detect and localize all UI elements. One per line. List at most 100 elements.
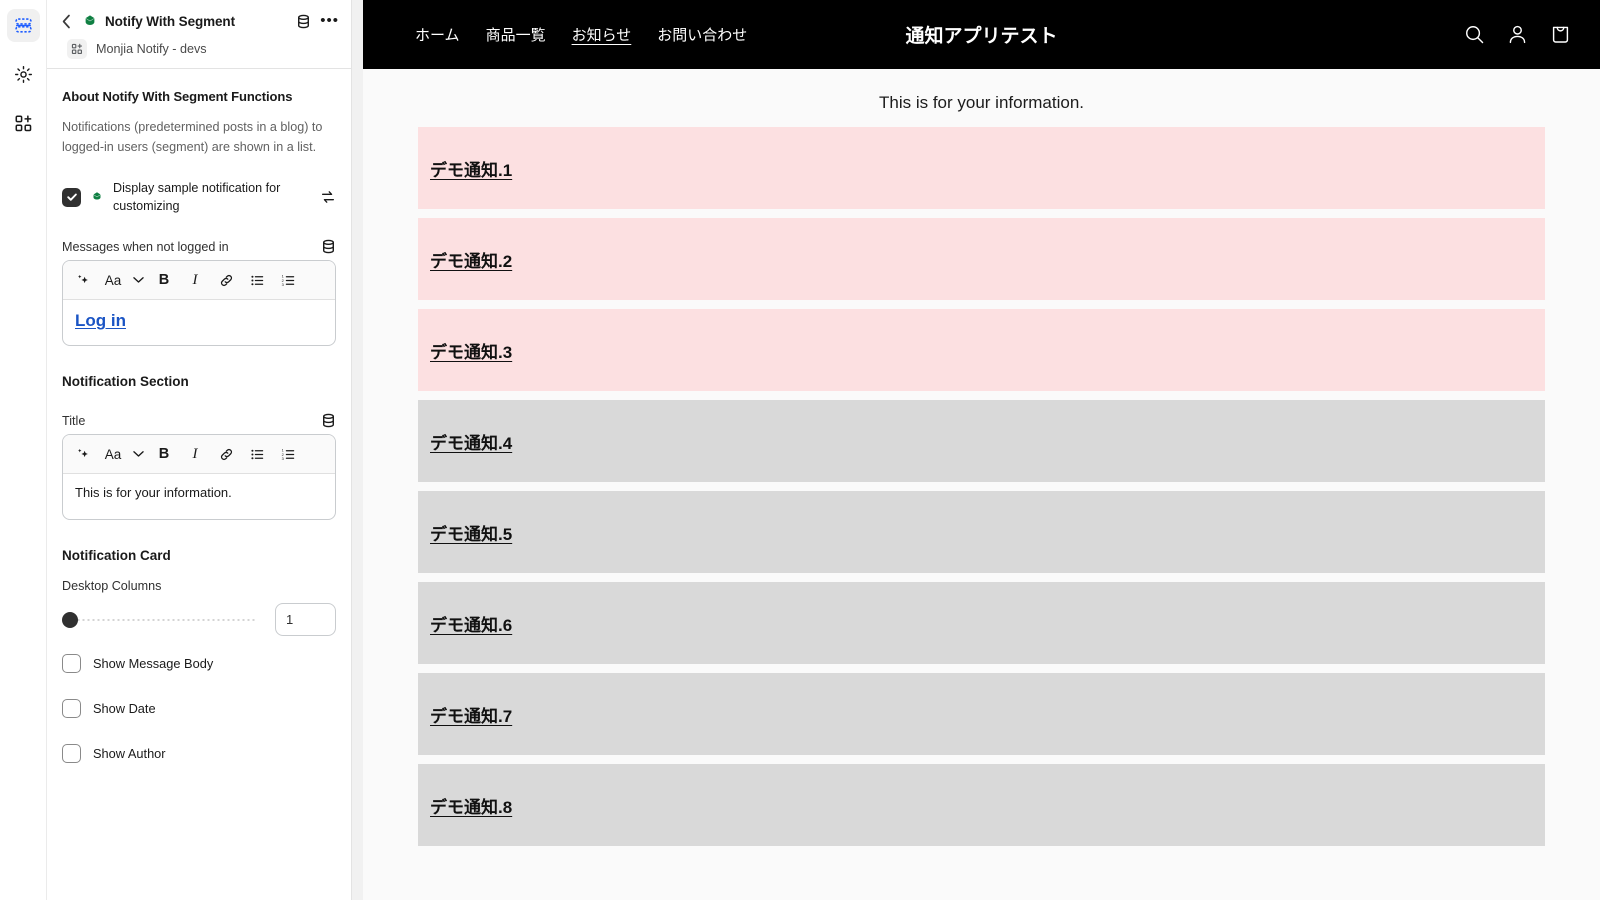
app-blocks-icon xyxy=(15,115,31,132)
desktop-columns-label: Desktop Columns xyxy=(62,579,162,593)
nav-link-news[interactable]: お知らせ xyxy=(572,24,632,45)
title-editor-body[interactable]: This is for your information. xyxy=(63,474,335,519)
desktop-columns-slider[interactable] xyxy=(62,610,259,630)
show-message-body-row[interactable]: Show Message Body xyxy=(62,654,336,673)
link-button[interactable] xyxy=(212,440,240,468)
settings-gear-icon xyxy=(14,65,32,84)
not-logged-in-label-row: Messages when not logged in xyxy=(62,239,336,254)
show-author-label: Show Author xyxy=(93,746,166,761)
cart-icon[interactable] xyxy=(1549,23,1572,46)
notification-card-link[interactable]: デモ通知.4 xyxy=(430,429,512,454)
about-description: Notifications (predetermined posts in a … xyxy=(62,120,323,154)
magic-sparkle-icon[interactable] xyxy=(69,266,97,294)
sidebar-item-sections[interactable] xyxy=(6,9,40,42)
svg-text:3: 3 xyxy=(281,281,284,286)
editor-icon-rail xyxy=(0,0,47,900)
swap-arrows-icon xyxy=(322,191,334,203)
chevron-down-glyph xyxy=(132,277,144,283)
notification-card-link[interactable]: デモ通知.1 xyxy=(430,156,512,181)
text-style-button[interactable]: Aa xyxy=(100,440,126,468)
notification-card[interactable]: デモ通知.3 xyxy=(418,309,1545,391)
storefront-header: ホーム 商品一覧 お知らせ お問い合わせ 通知アプリテスト xyxy=(363,0,1600,69)
nav-link-home[interactable]: ホーム xyxy=(415,24,460,45)
not-logged-in-metafield-button[interactable] xyxy=(321,239,336,254)
person-glyph xyxy=(1509,25,1526,44)
account-icon[interactable] xyxy=(1506,23,1529,46)
notification-card[interactable]: デモ通知.8 xyxy=(418,764,1545,846)
notification-card-link[interactable]: デモ通知.8 xyxy=(430,793,512,818)
sample-notification-label: Display sample notification for customiz… xyxy=(113,181,281,213)
app-blocks-badge xyxy=(67,39,87,59)
slider-thumb[interactable] xyxy=(62,611,78,628)
notification-card[interactable]: デモ通知.4 xyxy=(418,400,1545,482)
app-blocks-small-icon xyxy=(71,43,83,55)
title-label-row: Title xyxy=(62,413,336,428)
title-metafield-button[interactable] xyxy=(321,413,336,428)
chevron-down-icon[interactable] xyxy=(129,440,147,468)
show-date-checkbox[interactable] xyxy=(62,699,81,718)
notification-card[interactable]: デモ通知.6 xyxy=(418,582,1545,664)
notification-card-link[interactable]: デモ通知.6 xyxy=(430,611,512,636)
more-actions-button[interactable]: ••• xyxy=(320,13,339,28)
about-heading: About Notify With Segment Functions xyxy=(62,89,293,104)
metafields-database-icon[interactable] xyxy=(296,14,311,29)
magic-sparkle-icon[interactable] xyxy=(69,440,97,468)
link-icon xyxy=(220,274,232,286)
notification-card-link[interactable]: デモ通知.5 xyxy=(430,520,512,545)
notification-card[interactable]: デモ通知.5 xyxy=(418,491,1545,573)
link-button[interactable] xyxy=(212,266,240,294)
show-author-row[interactable]: Show Author xyxy=(62,744,336,763)
nav-link-products[interactable]: 商品一覧 xyxy=(486,24,546,45)
notification-card[interactable]: デモ通知.7 xyxy=(418,673,1545,755)
numbered-list-icon: 1 2 3 xyxy=(281,273,294,286)
sidebar-item-apps[interactable] xyxy=(7,107,40,140)
slider-track xyxy=(76,617,257,622)
not-logged-in-label: Messages when not logged in xyxy=(62,239,229,254)
breadcrumb-parent[interactable]: Monjia Notify - devs xyxy=(57,39,339,59)
sidebar-scroll-body[interactable]: About Notify With Segment Functions Noti… xyxy=(47,69,351,900)
sidebar-item-settings[interactable] xyxy=(7,58,40,91)
chevron-down-icon[interactable] xyxy=(129,266,147,294)
back-button[interactable] xyxy=(57,10,75,32)
italic-button[interactable]: I xyxy=(181,266,209,294)
bold-button[interactable]: B xyxy=(150,440,178,468)
search-icon[interactable] xyxy=(1463,23,1486,46)
nav-link-contact[interactable]: お問い合わせ xyxy=(657,24,747,45)
desktop-columns-input[interactable]: 1 xyxy=(275,603,336,636)
show-author-checkbox[interactable] xyxy=(62,744,81,763)
storefront-preview[interactable]: ホーム 商品一覧 お知らせ お問い合わせ 通知アプリテスト This is fo… xyxy=(363,0,1600,900)
login-link[interactable]: Log in xyxy=(75,311,126,330)
sections-icon xyxy=(14,18,32,33)
not-logged-in-rich-text-editor[interactable]: Aa B I 1 2 3 Log in xyxy=(62,260,336,346)
not-logged-in-editor-body[interactable]: Log in xyxy=(63,300,335,345)
notice-section-title: This is for your information. xyxy=(878,93,1084,112)
desktop-columns-control: 1 xyxy=(62,603,336,636)
bulleted-list-button[interactable] xyxy=(243,440,271,468)
sparkle-icon xyxy=(77,274,88,283)
swap-source-button[interactable] xyxy=(320,189,336,205)
numbered-list-button[interactable]: 1 2 3 xyxy=(274,266,302,294)
notification-card-link[interactable]: デモ通知.7 xyxy=(430,702,512,727)
sample-notification-checkbox[interactable] xyxy=(62,187,81,207)
storefront-nav: ホーム 商品一覧 お知らせ お問い合わせ xyxy=(415,24,747,45)
bulleted-list-button[interactable] xyxy=(243,266,271,294)
notification-card-link[interactable]: デモ通知.2 xyxy=(430,247,512,272)
show-message-body-checkbox[interactable] xyxy=(62,654,81,673)
show-date-row[interactable]: Show Date xyxy=(62,699,336,718)
notification-card[interactable]: デモ通知.2 xyxy=(418,218,1545,300)
italic-button[interactable]: I xyxy=(181,440,209,468)
numbered-list-button[interactable]: 1 2 3 xyxy=(274,440,302,468)
notification-card-link[interactable]: デモ通知.3 xyxy=(430,338,512,363)
bold-button[interactable]: B xyxy=(150,266,178,294)
notification-card-list: デモ通知.1 デモ通知.2 デモ通知.3 デモ通知.4 デモ通知.5 デモ通知.… xyxy=(363,127,1600,846)
show-message-body-label: Show Message Body xyxy=(93,656,214,671)
notification-section-heading: Notification Section xyxy=(62,374,189,389)
notification-card[interactable]: デモ通知.1 xyxy=(418,127,1545,209)
svg-text:3: 3 xyxy=(281,455,284,460)
sample-notification-row[interactable]: Display sample notification for customiz… xyxy=(62,179,336,215)
title-rich-text-editor[interactable]: Aa B I 1 2 3 This is for your informatio… xyxy=(62,434,336,520)
shopping-bag-glyph xyxy=(1552,26,1569,43)
app-gem-icon xyxy=(85,15,95,26)
notification-card-heading: Notification Card xyxy=(62,548,171,563)
text-style-button[interactable]: Aa xyxy=(100,266,126,294)
